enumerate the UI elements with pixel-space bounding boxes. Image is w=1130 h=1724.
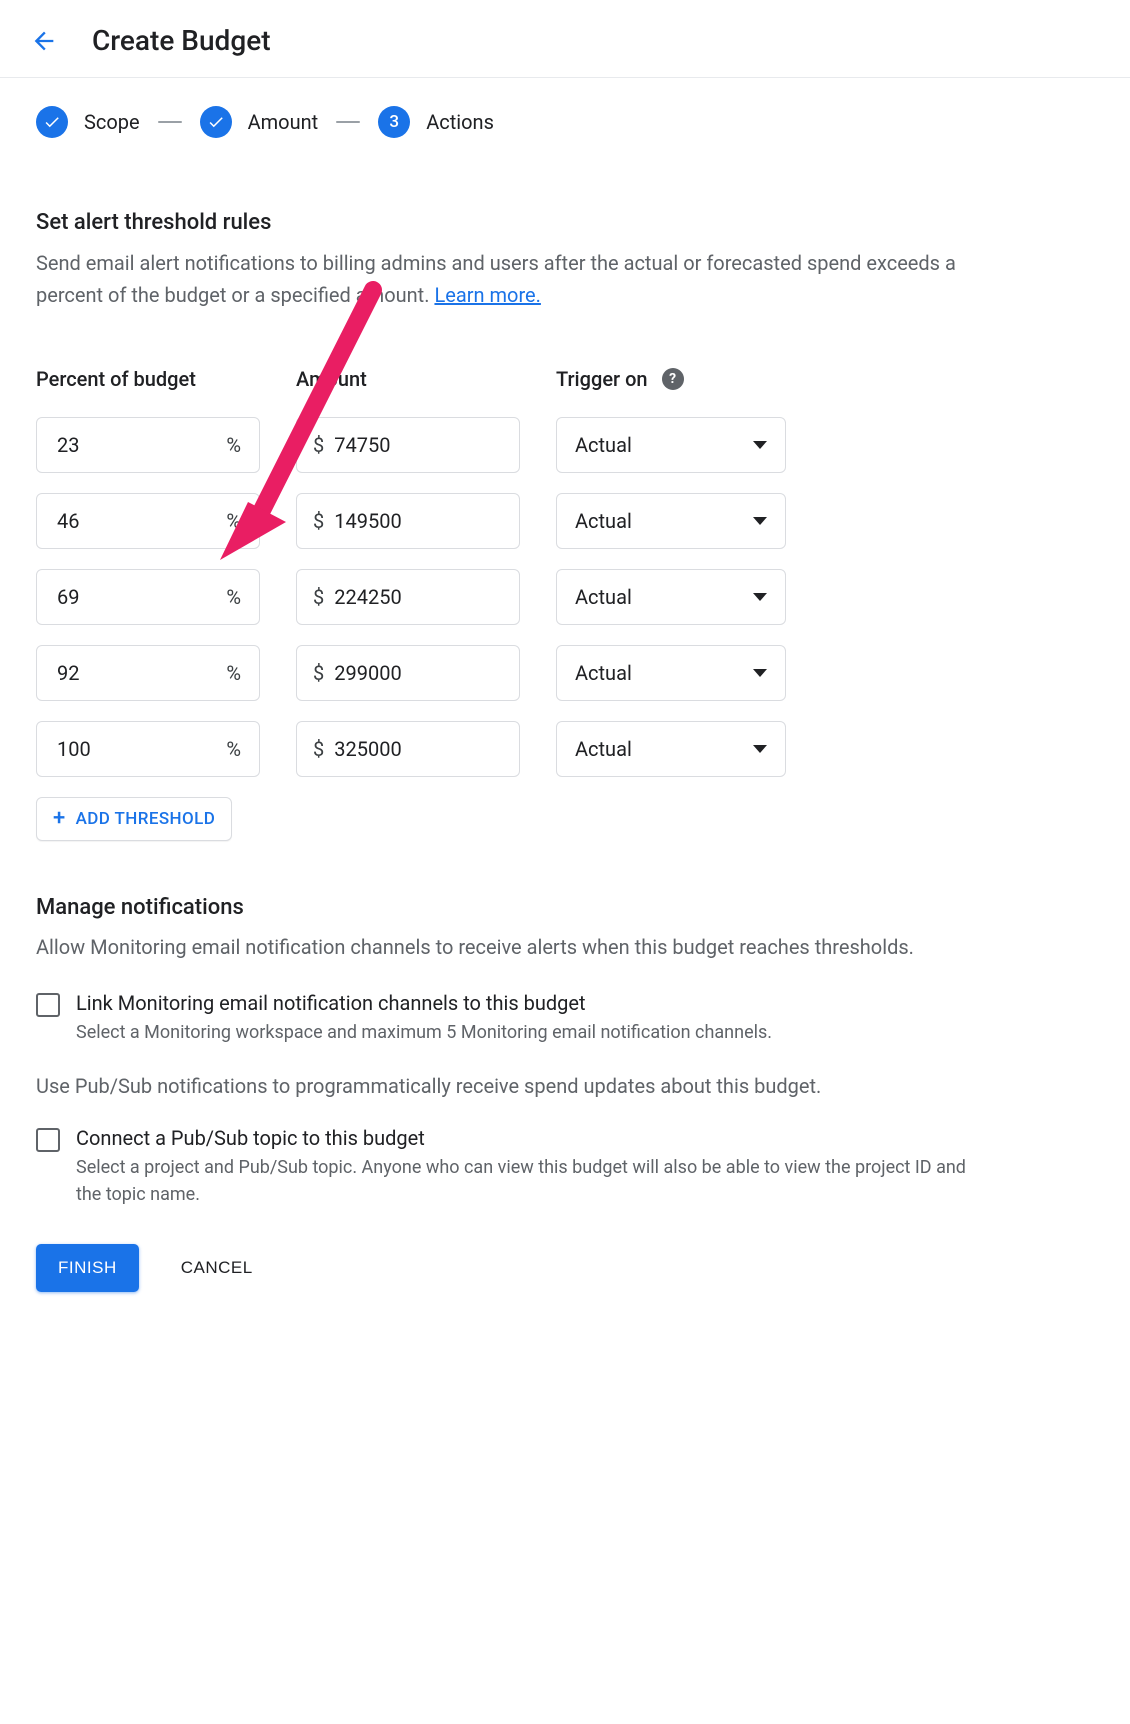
trigger-select[interactable]: Actual bbox=[556, 721, 786, 777]
trigger-select[interactable]: Actual bbox=[556, 493, 786, 549]
alert-threshold-title: Set alert threshold rules bbox=[36, 210, 974, 235]
percent-input-wrapper[interactable]: % bbox=[36, 569, 260, 625]
amount-input-wrapper[interactable]: $ bbox=[296, 721, 520, 777]
help-icon[interactable]: ? bbox=[662, 368, 684, 390]
currency-prefix: $ bbox=[313, 585, 324, 609]
threshold-row: % $ Actual bbox=[36, 493, 974, 549]
percent-input[interactable] bbox=[55, 508, 175, 534]
amount-input[interactable] bbox=[332, 432, 492, 458]
threshold-row: % $ Actual bbox=[36, 417, 974, 473]
column-header-trigger: Trigger on bbox=[556, 367, 648, 391]
percent-input-wrapper[interactable]: % bbox=[36, 417, 260, 473]
amount-input-wrapper[interactable]: $ bbox=[296, 645, 520, 701]
step-number: 3 bbox=[378, 106, 410, 138]
page-title: Create Budget bbox=[92, 24, 271, 57]
add-threshold-label: ADD THRESHOLD bbox=[76, 809, 216, 829]
step-amount[interactable]: Amount bbox=[200, 106, 319, 138]
chevron-down-icon bbox=[753, 745, 767, 753]
percent-input[interactable] bbox=[55, 660, 175, 686]
column-header-percent: Percent of budget bbox=[36, 367, 260, 391]
step-label: Scope bbox=[84, 110, 140, 134]
percent-suffix: % bbox=[226, 433, 241, 457]
chevron-down-icon bbox=[753, 517, 767, 525]
connect-pubsub-checkbox[interactable] bbox=[36, 1128, 60, 1152]
trigger-value: Actual bbox=[575, 509, 632, 533]
chevron-down-icon bbox=[753, 441, 767, 449]
trigger-select[interactable]: Actual bbox=[556, 417, 786, 473]
link-monitoring-sub: Select a Monitoring workspace and maximu… bbox=[76, 1019, 974, 1046]
trigger-select[interactable]: Actual bbox=[556, 645, 786, 701]
learn-more-link[interactable]: Learn more. bbox=[434, 283, 540, 307]
percent-suffix: % bbox=[226, 585, 241, 609]
step-connector bbox=[158, 121, 182, 123]
amount-input[interactable] bbox=[332, 660, 492, 686]
percent-input-wrapper[interactable]: % bbox=[36, 645, 260, 701]
trigger-value: Actual bbox=[575, 737, 632, 761]
amount-input-wrapper[interactable]: $ bbox=[296, 569, 520, 625]
stepper: Scope Amount 3 Actions bbox=[36, 106, 974, 138]
percent-suffix: % bbox=[226, 737, 241, 761]
back-arrow-icon[interactable] bbox=[28, 25, 60, 57]
trigger-select[interactable]: Actual bbox=[556, 569, 786, 625]
step-scope[interactable]: Scope bbox=[36, 106, 140, 138]
finish-button[interactable]: FINISH bbox=[36, 1244, 139, 1292]
currency-prefix: $ bbox=[313, 509, 324, 533]
connect-pubsub-sub: Select a project and Pub/Sub topic. Anyo… bbox=[76, 1154, 974, 1208]
percent-input[interactable] bbox=[55, 584, 175, 610]
amount-input-wrapper[interactable]: $ bbox=[296, 493, 520, 549]
plus-icon: + bbox=[53, 808, 66, 830]
chevron-down-icon bbox=[753, 669, 767, 677]
percent-input-wrapper[interactable]: % bbox=[36, 721, 260, 777]
cancel-button[interactable]: CANCEL bbox=[175, 1257, 259, 1279]
currency-prefix: $ bbox=[313, 737, 324, 761]
connect-pubsub-label: Connect a Pub/Sub topic to this budget bbox=[76, 1126, 974, 1150]
add-threshold-button[interactable]: + ADD THRESHOLD bbox=[36, 797, 232, 841]
manage-notifications-description: Allow Monitoring email notification chan… bbox=[36, 932, 974, 963]
amount-input[interactable] bbox=[332, 584, 492, 610]
step-label: Actions bbox=[426, 110, 494, 134]
trigger-value: Actual bbox=[575, 661, 632, 685]
alert-threshold-description: Send email alert notifications to billin… bbox=[36, 247, 974, 311]
percent-suffix: % bbox=[226, 661, 241, 685]
manage-notifications-title: Manage notifications bbox=[36, 895, 974, 920]
currency-prefix: $ bbox=[313, 433, 324, 457]
step-actions[interactable]: 3 Actions bbox=[378, 106, 494, 138]
check-icon bbox=[36, 106, 68, 138]
pubsub-description: Use Pub/Sub notifications to programmati… bbox=[36, 1074, 974, 1098]
step-label: Amount bbox=[248, 110, 319, 134]
threshold-row: % $ Actual bbox=[36, 645, 974, 701]
percent-input-wrapper[interactable]: % bbox=[36, 493, 260, 549]
column-header-amount: Amount bbox=[296, 367, 520, 391]
threshold-row: % $ Actual bbox=[36, 569, 974, 625]
currency-prefix: $ bbox=[313, 661, 324, 685]
percent-input[interactable] bbox=[55, 432, 175, 458]
step-connector bbox=[336, 121, 360, 123]
percent-input[interactable] bbox=[55, 736, 175, 762]
amount-input-wrapper[interactable]: $ bbox=[296, 417, 520, 473]
amount-input[interactable] bbox=[332, 508, 492, 534]
link-monitoring-checkbox[interactable] bbox=[36, 993, 60, 1017]
link-monitoring-label: Link Monitoring email notification chann… bbox=[76, 991, 974, 1015]
trigger-value: Actual bbox=[575, 585, 632, 609]
threshold-row: % $ Actual bbox=[36, 721, 974, 777]
chevron-down-icon bbox=[753, 593, 767, 601]
percent-suffix: % bbox=[226, 509, 241, 533]
check-icon bbox=[200, 106, 232, 138]
amount-input[interactable] bbox=[332, 736, 492, 762]
trigger-value: Actual bbox=[575, 433, 632, 457]
